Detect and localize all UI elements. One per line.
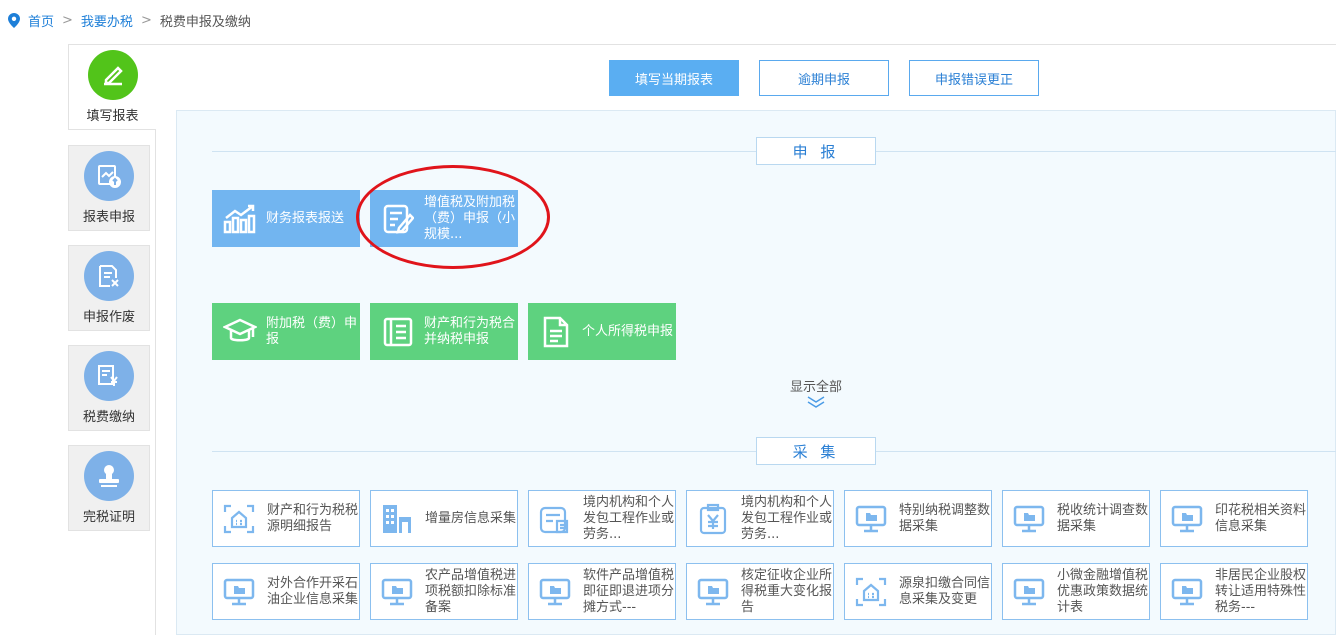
collect-tile[interactable]: 对外合作开采石油企业信息采集 xyxy=(212,563,360,620)
tile-label: 印花税相关资料信息采集 xyxy=(1215,502,1307,534)
sidebar-item-label: 税费缴纳 xyxy=(82,410,135,425)
declare-title: 申 报 xyxy=(756,137,876,165)
collect-tile[interactable]: 农产品增值税进项税额扣除标准备案 xyxy=(370,563,518,620)
tile-label: 财务报表报送 xyxy=(266,210,345,226)
report-declare-icon xyxy=(84,151,134,201)
show-all-label: 显示全部 xyxy=(789,380,842,395)
tax-payment-icon xyxy=(84,351,134,401)
collect-tile[interactable]: 核定征收企业所得税重大变化报告 xyxy=(686,563,834,620)
sidebar-item-report-declare[interactable]: 报表申报 xyxy=(68,145,150,231)
house-scan-icon xyxy=(849,576,893,608)
tile-label: 个人所得税申报 xyxy=(582,323,674,339)
declare-tile[interactable]: 增值税及附加税（费）申报（小规模... xyxy=(370,190,518,247)
ledger-icon xyxy=(376,316,420,348)
monitor-folder-icon xyxy=(1007,504,1051,534)
collect-section-header: 采 集 xyxy=(212,437,1336,465)
tile-label: 特别纳税调整数据采集 xyxy=(899,502,991,534)
tile-label: 非居民企业股权转让适用特殊性税务--- xyxy=(1215,567,1307,615)
tile-label: 农产品增值税进项税额扣除标准备案 xyxy=(425,567,517,615)
collect-tile[interactable]: 软件产品增值税即征即退进项分摊方式--- xyxy=(528,563,676,620)
breadcrumb: 首页 > 我要办税 > 税费申报及缴纳 xyxy=(8,11,251,30)
tab-current-report[interactable]: 填写当期报表 xyxy=(609,60,739,96)
monitor-folder-icon xyxy=(533,577,577,607)
yuan-clipboard-icon xyxy=(691,503,735,535)
collect-tile[interactable]: 增量房信息采集 xyxy=(370,490,518,547)
breadcrumb-separator: > xyxy=(140,13,152,28)
sidebar-item-label: 完税证明 xyxy=(82,510,135,525)
collect-tile[interactable]: 境内机构和个人发包工程作业或劳务... xyxy=(686,490,834,547)
location-pin-icon xyxy=(8,13,20,28)
chart-growth-icon xyxy=(218,204,262,234)
tile-label: 软件产品增值税即征即退进项分摊方式--- xyxy=(583,567,675,615)
declare-section-header: 申 报 xyxy=(212,137,1336,165)
breadcrumb-tax[interactable]: 我要办税 xyxy=(81,11,133,30)
monitor-folder-icon xyxy=(1007,577,1051,607)
tile-label: 增值税及附加税（费）申报（小规模... xyxy=(424,194,516,242)
form-icon xyxy=(533,503,577,535)
monitor-folder-icon xyxy=(849,504,893,534)
collect-tile[interactable]: 印花税相关资料信息采集 xyxy=(1160,490,1308,547)
declare-tile[interactable]: 财产和行为税合并纳税申报 xyxy=(370,303,518,360)
tile-label: 对外合作开采石油企业信息采集 xyxy=(267,575,359,607)
tile-label: 税收统计调查数据采集 xyxy=(1057,502,1149,534)
content-panel xyxy=(176,110,1336,635)
collect-tile[interactable]: 税收统计调查数据采集 xyxy=(1002,490,1150,547)
declare-tile[interactable]: 财务报表报送 xyxy=(212,190,360,247)
house-scan-icon xyxy=(217,503,261,535)
tile-label: 境内机构和个人发包工程作业或劳务... xyxy=(741,494,833,542)
declare-void-icon xyxy=(84,251,134,301)
tile-label: 财产和行为税合并纳税申报 xyxy=(424,315,516,347)
breadcrumb-separator: > xyxy=(62,13,73,28)
collect-tile[interactable]: 小微金融增值税优惠政策数据统计表 xyxy=(1002,563,1150,620)
sidebar-item-tax-certificate[interactable]: 完税证明 xyxy=(68,445,150,531)
collect-tile[interactable]: 财产和行为税税源明细报告 xyxy=(212,490,360,547)
sidebar-item-label: 填写报表 xyxy=(86,109,139,124)
fill-report-icon xyxy=(87,50,138,100)
declare-tile[interactable]: 附加税（费）申报 xyxy=(212,303,360,360)
monitor-folder-icon xyxy=(691,577,735,607)
collect-tile[interactable]: 特别纳税调整数据采集 xyxy=(844,490,992,547)
monitor-folder-icon xyxy=(217,577,261,607)
tab-correction[interactable]: 申报错误更正 xyxy=(909,60,1039,96)
edit-document-icon xyxy=(376,203,420,235)
tab-overdue[interactable]: 逾期申报 xyxy=(759,60,889,96)
sidebar-item-tax-payment[interactable]: 税费缴纳 xyxy=(68,345,150,431)
sidebar-item-declare-void[interactable]: 申报作废 xyxy=(68,245,150,331)
collect-tile[interactable]: 源泉扣缴合同信息采集及变更 xyxy=(844,563,992,620)
monitor-folder-icon xyxy=(375,577,419,607)
declare-tile[interactable]: 个人所得税申报 xyxy=(528,303,676,360)
graduation-cap-icon xyxy=(218,317,262,347)
sidebar-item-label: 申报作废 xyxy=(82,310,135,325)
tile-label: 境内机构和个人发包工程作业或劳务... xyxy=(583,494,675,542)
show-all-button[interactable]: 显示全部 xyxy=(776,376,856,413)
document-icon xyxy=(534,316,578,348)
building-icon xyxy=(375,503,419,535)
tile-label: 源泉扣缴合同信息采集及变更 xyxy=(899,575,991,607)
collect-title: 采 集 xyxy=(756,437,876,465)
tile-label: 附加税（费）申报 xyxy=(266,315,358,347)
collect-tile[interactable]: 境内机构和个人发包工程作业或劳务... xyxy=(528,490,676,547)
tax-certificate-icon xyxy=(84,451,134,501)
breadcrumb-home[interactable]: 首页 xyxy=(28,11,54,30)
tile-label: 增量房信息采集 xyxy=(425,510,517,526)
sidebar-item-label: 报表申报 xyxy=(82,210,135,225)
collect-tile[interactable]: 非居民企业股权转让适用特殊性税务--- xyxy=(1160,563,1308,620)
sidebar-item-fill-report[interactable]: 填写报表 xyxy=(68,44,156,130)
double-chevron-down-icon xyxy=(807,396,825,408)
breadcrumb-current: 税费申报及缴纳 xyxy=(159,15,251,30)
tile-label: 核定征收企业所得税重大变化报告 xyxy=(741,567,833,615)
monitor-folder-icon xyxy=(1165,577,1209,607)
tile-label: 财产和行为税税源明细报告 xyxy=(267,502,359,534)
monitor-folder-icon xyxy=(1165,504,1209,534)
tile-label: 小微金融增值税优惠政策数据统计表 xyxy=(1057,567,1149,615)
